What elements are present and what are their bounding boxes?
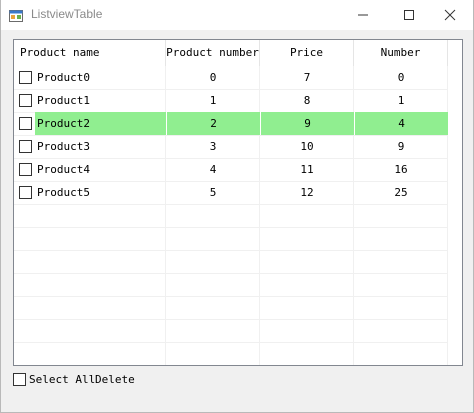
product-number-cell: 4 [209, 163, 217, 176]
row-checkbox[interactable] [19, 117, 32, 130]
maximize-button[interactable] [386, 0, 432, 30]
main-window: ListviewTable Product name Product numbe… [0, 0, 474, 413]
product-number-cell: 1 [209, 94, 217, 107]
price-cell: 10 [300, 140, 314, 153]
product-name-cell: Product3 [37, 140, 90, 153]
row-checkbox[interactable] [19, 186, 32, 199]
row-checkbox[interactable] [19, 140, 32, 153]
table-row[interactable]: Product4 4 11 16 [14, 158, 448, 181]
close-button[interactable] [427, 0, 473, 30]
product-number-cell: 2 [166, 112, 260, 135]
grid-line [14, 342, 448, 343]
column-header-product-number[interactable]: Product number [166, 40, 260, 66]
product-name-cell: Product4 [37, 163, 90, 176]
table-row[interactable]: Product5 5 12 25 [14, 181, 448, 204]
table-row[interactable]: Product0 0 7 0 [14, 66, 448, 89]
close-icon [444, 9, 456, 21]
grid-line [14, 227, 448, 228]
grid-line [14, 319, 448, 320]
price-cell: 12 [300, 186, 314, 199]
price-cell: 11 [300, 163, 314, 176]
listview-header: Product name Product number Price Number [14, 40, 462, 66]
table-row-selected[interactable]: Product2 2 9 4 [14, 112, 448, 135]
price-cell: 8 [303, 94, 311, 107]
number-cell: 4 [354, 112, 448, 135]
title-bar[interactable]: ListviewTable [1, 0, 473, 30]
window-title: ListviewTable [31, 7, 103, 21]
select-all-label[interactable]: Select All [29, 373, 95, 386]
row-checkbox[interactable] [19, 71, 32, 84]
delete-button[interactable]: Delete [95, 373, 135, 386]
grid-line [14, 273, 448, 274]
grid-line [14, 250, 448, 251]
row-checkbox[interactable] [19, 94, 32, 107]
maximize-icon [404, 10, 414, 20]
product-number-cell: 3 [209, 140, 217, 153]
select-all-checkbox[interactable] [13, 373, 26, 386]
column-header-price[interactable]: Price [260, 40, 354, 66]
table-row[interactable]: Product3 3 10 9 [14, 135, 448, 158]
product-name-cell: Product1 [37, 94, 90, 107]
number-cell: 0 [397, 71, 405, 84]
number-cell: 16 [394, 163, 408, 176]
product-listview[interactable]: Product name Product number Price Number… [13, 39, 463, 366]
grid-line [14, 296, 448, 297]
product-number-cell: 5 [209, 186, 217, 199]
price-cell: 9 [260, 112, 354, 135]
table-row[interactable]: Product1 1 8 1 [14, 89, 448, 112]
row-checkbox[interactable] [19, 163, 32, 176]
product-number-cell: 0 [209, 71, 217, 84]
number-cell: 1 [397, 94, 405, 107]
price-cell: 7 [303, 71, 311, 84]
column-header-product-name[interactable]: Product name [14, 40, 166, 66]
minimize-icon [358, 14, 368, 16]
app-window-icon [9, 8, 23, 22]
column-header-number[interactable]: Number [354, 40, 448, 66]
number-cell: 25 [394, 186, 408, 199]
grid-line [14, 204, 448, 205]
minimize-button[interactable] [340, 0, 386, 30]
number-cell: 9 [397, 140, 405, 153]
product-name-cell: Product0 [37, 71, 90, 84]
product-name-cell: Product5 [37, 186, 90, 199]
product-name-cell: Product2 [35, 112, 166, 135]
